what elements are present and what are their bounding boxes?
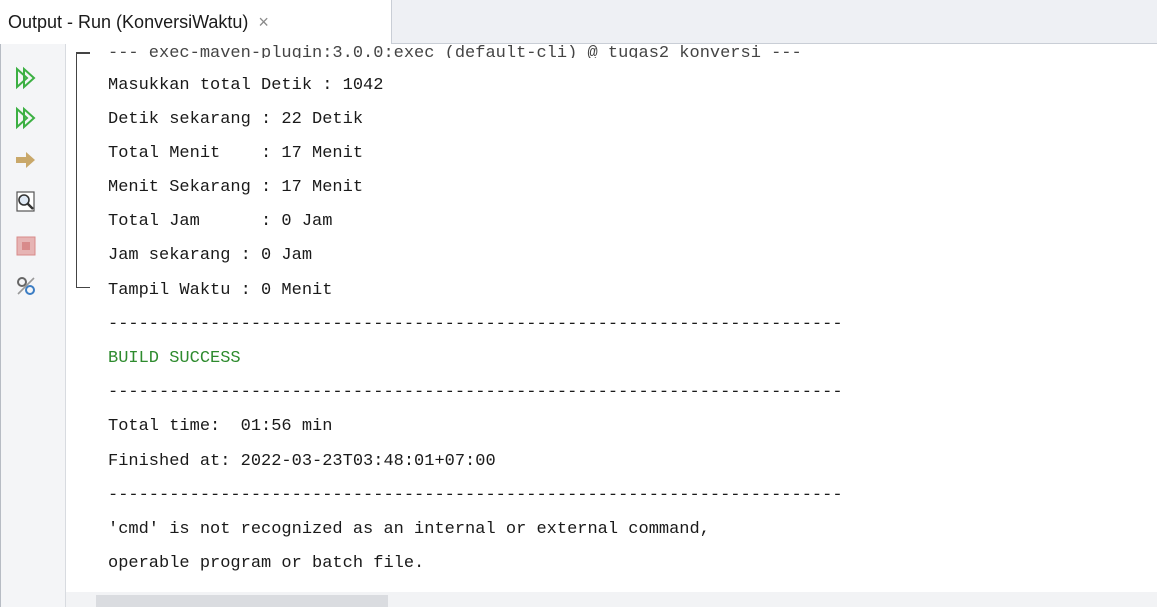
output-line: Masukkan total Detik : 1042 — [108, 76, 384, 95]
error-line: operable program or batch file. — [108, 554, 425, 573]
rerun-icon[interactable] — [14, 66, 38, 90]
tab-title: Output - Run (KonversiWaktu) — [8, 11, 249, 32]
search-output-icon[interactable] — [14, 190, 38, 214]
output-line-partial: --- exec-maven-plugin:3.0.0:exec (defaul… — [108, 44, 802, 58]
settings-icon[interactable] — [14, 274, 38, 298]
step-arrow-icon[interactable] — [14, 148, 38, 172]
error-line: 'cmd' is not recognized as an internal o… — [108, 520, 710, 539]
rerun-with-options-icon[interactable] — [14, 106, 38, 130]
finished-at: Finished at: 2022-03-23T03:48:01+07:00 — [108, 452, 496, 471]
output-line: Total Jam : 0 Jam — [108, 212, 333, 231]
output-line: Tampil Waktu : 0 Menit — [108, 281, 333, 300]
output-line: Detik sekarang : 22 Detik — [108, 110, 364, 129]
separator-line: ----------------------------------------… — [108, 383, 843, 402]
stop-icon[interactable] — [14, 234, 38, 258]
output-line: Menit Sekarang : 17 Menit — [108, 178, 364, 197]
close-icon[interactable]: × — [258, 12, 269, 33]
output-line: Jam sekarang : 0 Jam — [108, 246, 313, 265]
horizontal-scrollbar[interactable] — [66, 592, 1157, 607]
total-time: Total time: 01:56 min — [108, 417, 333, 436]
left-border — [0, 44, 1, 607]
output-window: Output - Run (KonversiWaktu) × --- exec-… — [0, 0, 1157, 607]
output-toolbar — [0, 44, 66, 607]
tab-bar: Output - Run (KonversiWaktu) × — [0, 0, 1157, 44]
output-line: Total Menit : 17 Menit — [108, 144, 364, 163]
fold-bracket[interactable] — [76, 52, 90, 288]
tab-output-run[interactable]: Output - Run (KonversiWaktu) × — [0, 0, 392, 44]
separator-line: ----------------------------------------… — [108, 315, 843, 334]
scrollbar-thumb[interactable] — [96, 595, 388, 607]
separator-line: ----------------------------------------… — [108, 486, 843, 505]
build-status: BUILD SUCCESS — [108, 349, 241, 368]
